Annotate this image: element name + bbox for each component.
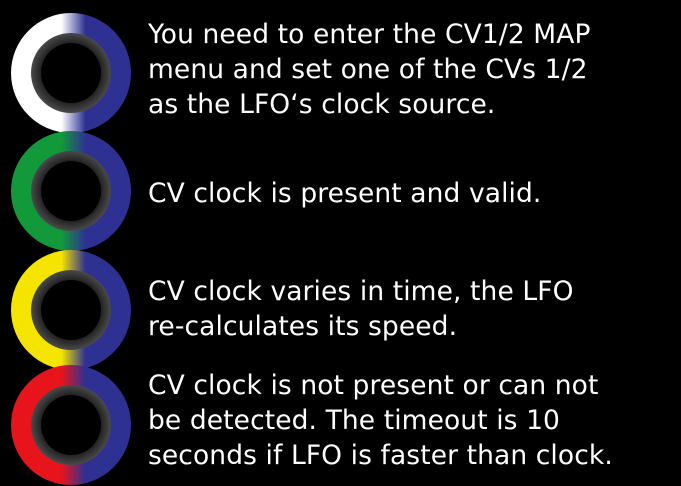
status-legend-page: { "items": [ { "text": "You need to ente… — [0, 0, 681, 486]
led-ring-yellow-graphic — [11, 250, 131, 370]
legend-text-clock-varying: CV clock varies in time, the LFO re-calc… — [148, 276, 574, 342]
led-ring-green-icon — [10, 130, 132, 252]
led-ring-yellow-icon — [10, 249, 132, 371]
led-ring-red-icon — [10, 364, 132, 486]
led-ring-white-graphic — [11, 13, 131, 133]
legend-text-clock-missing: CV clock is not present or can not be de… — [148, 370, 613, 471]
led-ring-red-graphic — [11, 365, 131, 485]
legend-text-no-source: You need to enter the CV1/2 MAP menu and… — [148, 19, 591, 120]
legend-text-clock-valid: CV clock is present and valid. — [148, 178, 542, 209]
led-ring-white-icon — [10, 12, 132, 134]
led-ring-green-graphic — [11, 131, 131, 251]
